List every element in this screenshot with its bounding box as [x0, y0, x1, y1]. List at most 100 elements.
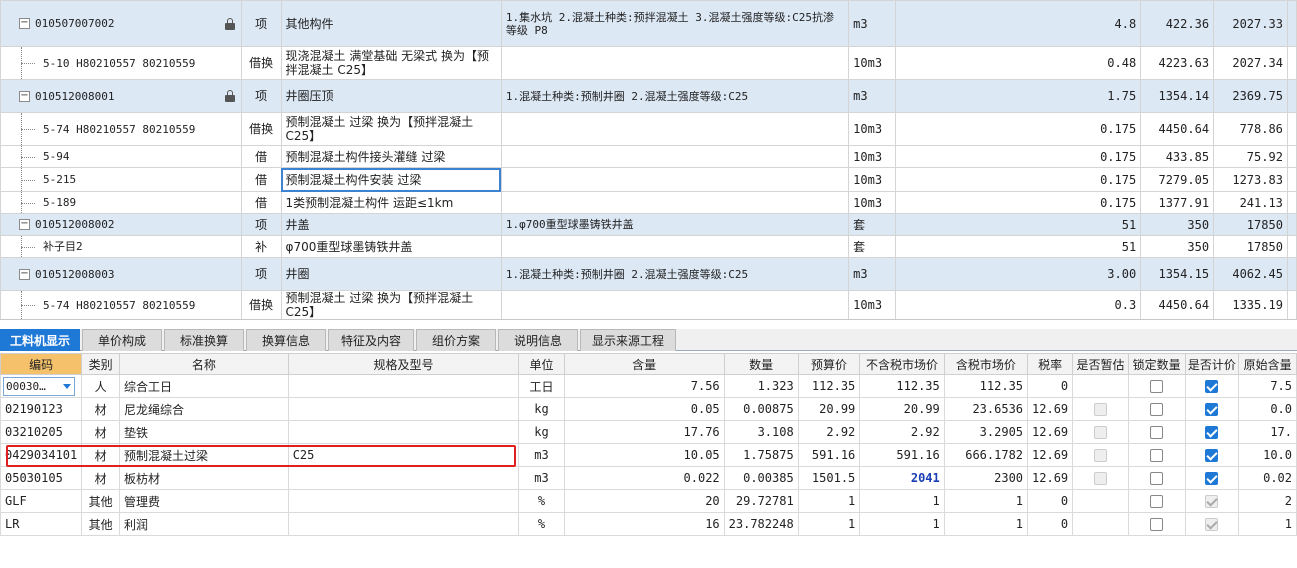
market-price-in-tax-cell[interactable]: 112.35	[943, 374, 1029, 398]
market-price-ex-tax-cell[interactable]: 1	[859, 489, 945, 513]
category-cell[interactable]: 人	[81, 374, 121, 398]
original-content-cell[interactable]: 0.02	[1238, 466, 1297, 490]
original-content-cell[interactable]: 2	[1238, 489, 1297, 513]
quantity-cell[interactable]: 0.175	[895, 112, 1142, 146]
code-cell[interactable]: 5-215	[0, 167, 242, 192]
column-header[interactable]: 含量	[563, 353, 725, 375]
sub-item-row[interactable]: 5-215 借预制混凝土构件安装 过梁 10m3 0.175 7279.05 1273.8…	[0, 167, 1297, 192]
priced-cell[interactable]	[1184, 374, 1240, 398]
type-cell[interactable]: 借	[240, 167, 282, 192]
unit-cell[interactable]: 10m3	[848, 191, 897, 214]
budget-price-cell[interactable]: 1	[797, 512, 861, 536]
content-cell[interactable]: 0.05	[563, 397, 725, 421]
quantity-cell[interactable]: 3.108	[723, 420, 799, 444]
market-price-in-tax-cell[interactable]: 666.1782	[943, 443, 1029, 467]
price-cell[interactable]: 350	[1140, 213, 1215, 236]
checkbox[interactable]	[1205, 449, 1219, 462]
tax-rate-cell[interactable]: 12.69	[1027, 397, 1074, 421]
features-cell[interactable]: 1.φ700重型球墨铸铁井盖	[500, 213, 850, 236]
content-cell[interactable]: 16	[563, 512, 725, 536]
code-cell[interactable]: 5-10 H80210557 80210559	[0, 46, 242, 80]
column-header[interactable]: 编码	[0, 353, 83, 375]
unit-cell[interactable]: m3	[848, 79, 897, 113]
sub-item-row[interactable]: 5-74 H80210557 80210559 借换 预制混凝土 过梁 换为【预拌混…	[0, 290, 1297, 319]
tab-0[interactable]: 工料机显示	[0, 329, 80, 351]
code-cell[interactable]: 0429034101	[0, 443, 83, 467]
total-cell[interactable]: 4062.45	[1213, 257, 1288, 291]
name-cell[interactable]: 井盖	[280, 213, 502, 236]
content-cell[interactable]: 0.022	[563, 466, 725, 490]
category-cell[interactable]: 其他	[81, 512, 121, 536]
sub-item-row[interactable]: 5-94 借预制混凝土构件接头灌缝 过梁 10m3 0.175 433.85 75.92	[0, 145, 1297, 168]
lock-qty-cell[interactable]	[1127, 443, 1186, 467]
checkbox[interactable]	[1205, 426, 1219, 439]
budget-price-cell[interactable]: 20.99	[797, 397, 861, 421]
collapse-icon[interactable]: −	[19, 18, 30, 29]
unit-cell[interactable]: m3	[518, 443, 565, 467]
price-cell[interactable]: 422.36	[1140, 0, 1215, 47]
name-cell[interactable]: 板枋材	[119, 466, 289, 490]
name-cell[interactable]: 垫铁	[119, 420, 289, 444]
content-cell[interactable]: 7.56	[563, 374, 725, 398]
column-header[interactable]: 含税市场价	[943, 353, 1029, 375]
checkbox[interactable]	[1150, 449, 1164, 462]
total-cell[interactable]: 241.13	[1213, 191, 1288, 214]
unit-cell[interactable]: 10m3	[848, 112, 897, 146]
quantity-cell[interactable]: 0.00385	[723, 466, 799, 490]
resource-row[interactable]: 00030… 人综合工日 工日 7.56 1.323 112.35 112.35 112.35…	[0, 374, 1297, 398]
resource-row[interactable]: 05030105 材板枋材 m3 0.022 0.00385 1501.5 2041 2300…	[0, 466, 1297, 490]
type-cell[interactable]: 项	[240, 0, 282, 47]
column-header[interactable]: 税率	[1027, 353, 1074, 375]
tab-1[interactable]: 单价构成	[82, 329, 162, 351]
lock-qty-cell[interactable]	[1127, 397, 1186, 421]
quantity-cell[interactable]: 0.00875	[723, 397, 799, 421]
original-content-cell[interactable]: 0.0	[1238, 397, 1297, 421]
checkbox[interactable]	[1205, 403, 1219, 416]
quantity-cell[interactable]: 0.175	[895, 145, 1142, 168]
features-cell[interactable]: 1.混凝土种类:预制井圈 2.混凝土强度等级:C25	[500, 79, 850, 113]
column-header[interactable]: 原始含量	[1238, 353, 1297, 375]
lock-qty-cell[interactable]	[1127, 489, 1186, 513]
checkbox[interactable]	[1150, 426, 1164, 439]
column-header[interactable]: 类别	[81, 353, 121, 375]
name-cell[interactable]: 井圈	[280, 257, 502, 291]
tax-rate-cell[interactable]: 0	[1027, 374, 1074, 398]
type-cell[interactable]: 项	[240, 213, 282, 236]
column-header[interactable]: 数量	[723, 353, 799, 375]
quantity-cell[interactable]: 1.323	[723, 374, 799, 398]
price-cell[interactable]: 4450.64	[1140, 112, 1215, 146]
code-cell[interactable]: LR	[0, 512, 83, 536]
market-price-ex-tax-cell[interactable]: 112.35	[859, 374, 945, 398]
bill-item-row[interactable]: −010512008001 项井圈压顶 1.混凝土种类:预制井圈 2.混凝土强度等级…	[0, 79, 1297, 113]
features-cell[interactable]	[500, 191, 850, 214]
price-cell[interactable]: 350	[1140, 235, 1215, 258]
name-cell[interactable]: 尼龙绳综合	[119, 397, 289, 421]
resource-row[interactable]: 03210205 材垫铁 kg 17.76 3.108 2.92 2.92 3.2905 12.…	[0, 420, 1297, 444]
tab-2[interactable]: 标准换算	[164, 329, 244, 351]
column-header[interactable]: 锁定数量	[1127, 353, 1186, 375]
total-cell[interactable]: 2027.34	[1213, 46, 1288, 80]
column-header[interactable]: 规格及型号	[287, 353, 520, 375]
unit-cell[interactable]: kg	[518, 420, 565, 444]
quantity-cell[interactable]: 23.782248	[723, 512, 799, 536]
priced-cell[interactable]	[1184, 466, 1240, 490]
chevron-down-icon[interactable]	[63, 383, 71, 389]
provisional-cell[interactable]	[1072, 512, 1129, 536]
code-cell[interactable]: 5-74 H80210557 80210559	[0, 290, 242, 319]
name-cell[interactable]: 预制混凝土构件接头灌缝 过梁	[280, 145, 502, 168]
budget-price-cell[interactable]: 2.92	[797, 420, 861, 444]
budget-price-cell[interactable]: 1	[797, 489, 861, 513]
content-cell[interactable]: 10.05	[563, 443, 725, 467]
original-content-cell[interactable]: 10.0	[1238, 443, 1297, 467]
features-cell[interactable]: 1.集水坑 2.混凝土种类:预拌混凝土 3.混凝土强度等级:C25抗渗等级 P8	[500, 0, 850, 47]
code-dropdown[interactable]: 00030…	[3, 376, 75, 396]
market-price-in-tax-cell[interactable]: 3.2905	[943, 420, 1029, 444]
name-cell[interactable]: 预制混凝土 过梁 换为【预拌混凝土 C25】	[280, 290, 502, 319]
unit-cell[interactable]: 10m3	[848, 290, 897, 319]
tax-rate-cell[interactable]: 0	[1027, 512, 1074, 536]
market-price-ex-tax-cell[interactable]: 2.92	[859, 420, 945, 444]
budget-price-cell[interactable]: 112.35	[797, 374, 861, 398]
checkbox[interactable]	[1205, 472, 1219, 485]
type-cell[interactable]: 项	[240, 79, 282, 113]
unit-cell[interactable]: 10m3	[848, 145, 897, 168]
